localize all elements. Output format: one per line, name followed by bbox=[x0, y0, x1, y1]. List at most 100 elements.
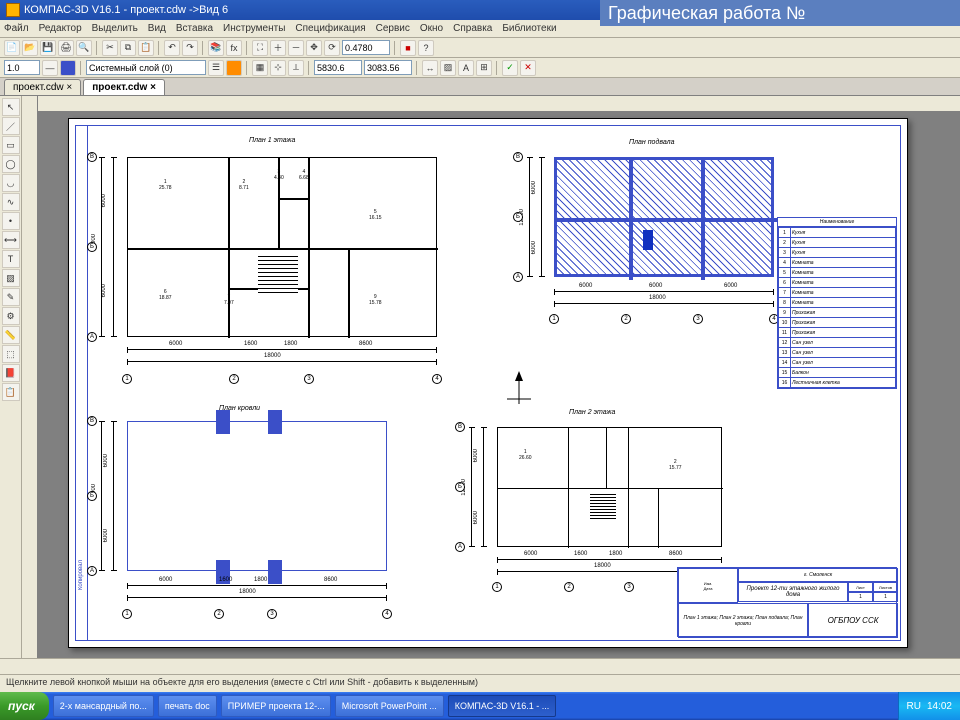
task-btn-2[interactable]: печать doc bbox=[158, 695, 217, 717]
plan4-title: План 2 этажа bbox=[569, 409, 615, 416]
copy-icon[interactable]: ⧉ bbox=[120, 40, 136, 56]
refresh-icon[interactable]: ⟳ bbox=[324, 40, 340, 56]
undo-icon[interactable]: ↶ bbox=[164, 40, 180, 56]
zoom-fit-icon[interactable]: ⛶ bbox=[252, 40, 268, 56]
library-tool-icon[interactable]: 📕 bbox=[2, 364, 20, 382]
new-icon[interactable]: 📄 bbox=[4, 40, 20, 56]
close-icon[interactable]: ✕ bbox=[520, 60, 536, 76]
taskbar: пуск 2-х мансардный по... печать doc ПРИ… bbox=[0, 692, 960, 720]
task-btn-4[interactable]: Microsoft PowerPoint ... bbox=[335, 695, 444, 717]
library-icon[interactable]: 📚 bbox=[208, 40, 224, 56]
stop-icon[interactable]: ■ bbox=[400, 40, 416, 56]
redo-icon[interactable]: ↷ bbox=[182, 40, 198, 56]
grid-icon[interactable]: ▦ bbox=[252, 60, 268, 76]
select-icon[interactable]: ⬚ bbox=[2, 345, 20, 363]
open-icon[interactable]: 📂 bbox=[22, 40, 38, 56]
dimension-icon[interactable]: ⟷ bbox=[2, 231, 20, 249]
menu-service[interactable]: Сервис bbox=[376, 23, 410, 34]
specification-table: Наименование 1Кухня2Кухня3Кухня4Комната5… bbox=[777, 217, 897, 389]
spline-icon[interactable]: ∿ bbox=[2, 193, 20, 211]
drawing-sheet: Копировал План 1 этажа bbox=[68, 118, 908, 648]
toolbar-main: 📄 📂 💾 🖨 🔍 ✂ ⧉ 📋 ↶ ↷ 📚 fx ⛶ ＋ － ✥ ⟳ ■ ? bbox=[0, 38, 960, 58]
print-icon[interactable]: 🖨 bbox=[58, 40, 74, 56]
tray-lang[interactable]: RU bbox=[907, 701, 921, 712]
hatch-icon[interactable]: ▨ bbox=[440, 60, 456, 76]
menu-tools[interactable]: Инструменты bbox=[223, 23, 285, 34]
horizontal-ruler bbox=[38, 96, 960, 112]
task-btn-3[interactable]: ПРИМЕР проекта 12-... bbox=[221, 695, 331, 717]
document-tabs: проект.cdw × проект.cdw × bbox=[0, 78, 960, 96]
menu-editor[interactable]: Редактор bbox=[39, 23, 82, 34]
save-icon[interactable]: 💾 bbox=[40, 40, 56, 56]
menu-spec[interactable]: Спецификация bbox=[295, 23, 365, 34]
start-button[interactable]: пуск bbox=[0, 692, 49, 720]
tab-doc-2[interactable]: проект.cdw × bbox=[83, 79, 165, 95]
help-icon[interactable]: ? bbox=[418, 40, 434, 56]
scale-input[interactable] bbox=[4, 60, 40, 75]
cut-icon[interactable]: ✂ bbox=[102, 40, 118, 56]
point-icon[interactable]: • bbox=[2, 212, 20, 230]
layers-icon[interactable]: ☰ bbox=[208, 60, 224, 76]
menu-select[interactable]: Выделить bbox=[92, 23, 138, 34]
menu-libs[interactable]: Библиотеки bbox=[502, 23, 556, 34]
title-block: Изм.Дата г. Смоленск Проект 12-ти этажно… bbox=[677, 567, 897, 637]
check-icon[interactable]: ✓ bbox=[502, 60, 518, 76]
system-tray[interactable]: RU 14:02 bbox=[898, 692, 960, 720]
param-icon[interactable]: ⚙ bbox=[2, 307, 20, 325]
plan-1-floor bbox=[127, 157, 437, 337]
layer-color-icon[interactable] bbox=[226, 60, 242, 76]
table-icon[interactable]: ⊞ bbox=[476, 60, 492, 76]
paste-icon[interactable]: 📋 bbox=[138, 40, 154, 56]
arc-icon[interactable]: ◡ bbox=[2, 174, 20, 192]
style-icon[interactable]: — bbox=[42, 60, 58, 76]
menu-view[interactable]: Вид bbox=[148, 23, 166, 34]
dim-icon[interactable]: ↔ bbox=[422, 60, 438, 76]
line-icon[interactable]: ／ bbox=[2, 117, 20, 135]
north-arrow-icon bbox=[499, 369, 539, 409]
preview-icon[interactable]: 🔍 bbox=[76, 40, 92, 56]
measure-icon[interactable]: 📏 bbox=[2, 326, 20, 344]
menu-file[interactable]: Файл bbox=[4, 23, 29, 34]
binding-text: Копировал bbox=[78, 560, 84, 590]
tool-panel: ↖ ／ ▭ ◯ ◡ ∿ • ⟷ T ▨ ✎ ⚙ 📏 ⬚ 📕 📋 bbox=[0, 96, 22, 658]
toolbar-view: — ☰ ▦ ⊹ ⟂ ↔ ▨ A ⊞ ✓ ✕ bbox=[0, 58, 960, 78]
plan2-title: План подвала bbox=[629, 139, 674, 146]
color-icon[interactable] bbox=[60, 60, 76, 76]
menu-window[interactable]: Окно bbox=[420, 23, 443, 34]
window-title: КОМПАС-3D V16.1 - проект.cdw ->Вид 6 bbox=[24, 0, 228, 20]
pointer-icon[interactable]: ↖ bbox=[2, 98, 20, 116]
plan-2-floor bbox=[497, 427, 722, 547]
spec-tool-icon[interactable]: 📋 bbox=[2, 383, 20, 401]
layer-select[interactable] bbox=[86, 60, 206, 75]
zoom-out-icon[interactable]: － bbox=[288, 40, 304, 56]
text-icon[interactable]: A bbox=[458, 60, 474, 76]
zoom-input[interactable] bbox=[342, 40, 390, 55]
property-panel bbox=[0, 658, 960, 674]
coord-x[interactable] bbox=[314, 60, 362, 75]
circle-icon[interactable]: ◯ bbox=[2, 155, 20, 173]
snap-icon[interactable]: ⊹ bbox=[270, 60, 286, 76]
slide-banner: Графическая работа № bbox=[600, 0, 960, 26]
coord-y[interactable] bbox=[364, 60, 412, 75]
status-bar: Щелкните левой кнопкой мыши на объекте д… bbox=[0, 674, 960, 692]
edit-icon[interactable]: ✎ bbox=[2, 288, 20, 306]
menu-help[interactable]: Справка bbox=[453, 23, 492, 34]
drawing-canvas[interactable]: Копировал План 1 этажа bbox=[38, 112, 960, 658]
tray-clock: 14:02 bbox=[927, 701, 952, 712]
text-tool-icon[interactable]: T bbox=[2, 250, 20, 268]
hatch-tool-icon[interactable]: ▨ bbox=[2, 269, 20, 287]
vertical-ruler bbox=[22, 96, 38, 658]
task-btn-1[interactable]: 2-х мансардный по... bbox=[53, 695, 154, 717]
plan-roof bbox=[127, 421, 387, 571]
task-btn-5[interactable]: КОМПАС-3D V16.1 - ... bbox=[448, 695, 556, 717]
plan1-title: План 1 этажа bbox=[249, 137, 295, 144]
plan-basement bbox=[554, 157, 774, 277]
tab-doc-1[interactable]: проект.cdw × bbox=[4, 79, 81, 95]
pan-icon[interactable]: ✥ bbox=[306, 40, 322, 56]
app-icon bbox=[6, 3, 20, 17]
menu-insert[interactable]: Вставка bbox=[176, 23, 213, 34]
variables-icon[interactable]: fx bbox=[226, 40, 242, 56]
ortho-icon[interactable]: ⟂ bbox=[288, 60, 304, 76]
rect-icon[interactable]: ▭ bbox=[2, 136, 20, 154]
zoom-in-icon[interactable]: ＋ bbox=[270, 40, 286, 56]
